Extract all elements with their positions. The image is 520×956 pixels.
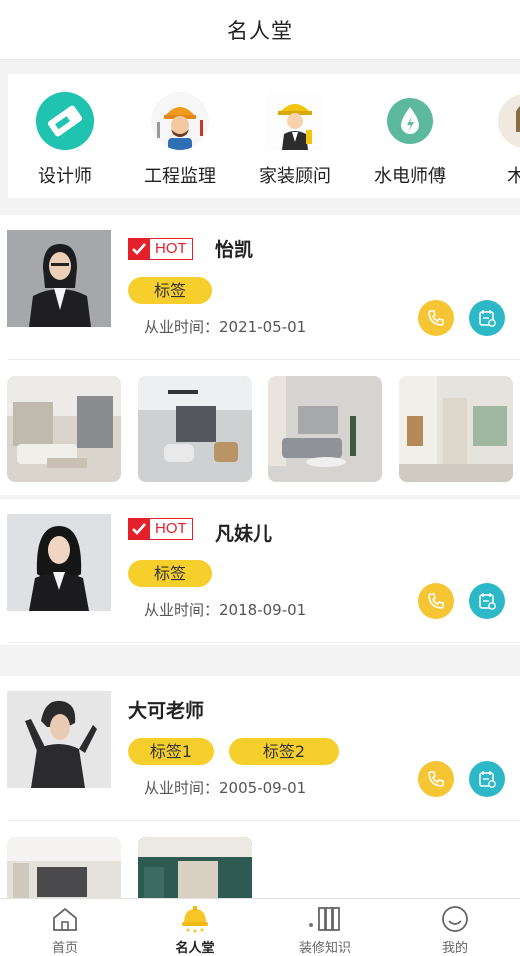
tag-badge: 标签2	[229, 738, 339, 765]
calendar-icon	[479, 593, 496, 610]
category-label: 木工	[507, 166, 520, 187]
category-label: 设计师	[38, 166, 92, 187]
project-photo[interactable]	[268, 376, 382, 482]
person-name: 凡妹儿	[215, 523, 273, 545]
work-since: 从业时间：2021-05-01	[144, 316, 306, 337]
check-icon	[128, 518, 150, 540]
category-label: 家装顾问	[259, 166, 331, 187]
tab-label: 首页	[51, 941, 78, 956]
work-since: 从业时间：2005-09-01	[144, 777, 306, 798]
category-label: 工程监理	[144, 166, 216, 187]
work-since-label: 从业时间：	[144, 318, 220, 336]
hot-badge: HOT	[128, 237, 198, 261]
avatar	[7, 230, 111, 327]
phone-icon	[428, 593, 444, 609]
project-photo[interactable]	[138, 376, 252, 482]
page-title: 名人堂	[227, 18, 293, 43]
divider	[8, 359, 520, 360]
tab-home[interactable]: 首页	[0, 905, 130, 956]
category-consultant[interactable]: 家装顾问	[240, 92, 350, 188]
phone-icon	[428, 310, 444, 326]
app-screen: 名人堂 设计师 工程监理 家装顾问 水电师傅 木 HOT 怡凯 标签 从业时间：…	[0, 0, 520, 956]
call-button[interactable]	[418, 761, 454, 797]
work-since-date: 2021-05-01	[219, 318, 307, 336]
person-card[interactable]: 大可老师 标签1 标签2 从业时间：2005-09-01	[0, 676, 520, 943]
person-card[interactable]: HOT 怡凯 标签 从业时间：2021-05-01	[0, 215, 520, 495]
work-since-label: 从业时间：	[144, 601, 220, 619]
books-icon	[260, 905, 390, 933]
tab-label: 名人堂	[175, 941, 215, 956]
work-since-date: 2018-09-01	[219, 601, 307, 619]
plumber-icon	[381, 92, 439, 150]
work-since-date: 2005-09-01	[219, 779, 307, 797]
check-icon	[128, 238, 150, 260]
call-button[interactable]	[418, 583, 454, 619]
work-since-label: 从业时间：	[144, 779, 220, 797]
avatar	[7, 514, 111, 611]
fame-icon	[130, 905, 260, 933]
calendar-icon	[479, 771, 496, 788]
appointment-button[interactable]	[469, 761, 505, 797]
person-name: 大可老师	[128, 700, 205, 722]
tag-badge: 标签1	[128, 738, 214, 765]
tab-bar: 首页 名人堂 装修知识 我的	[0, 898, 520, 956]
person-name: 怡凯	[215, 239, 254, 261]
project-photo[interactable]	[7, 376, 121, 482]
header: 名人堂	[0, 0, 520, 60]
tag-badge: 标签	[128, 560, 212, 587]
category-carpenter[interactable]: 木工	[470, 92, 520, 188]
tab-label: 我的	[441, 941, 468, 956]
phone-icon	[428, 771, 444, 787]
carpenter-icon	[496, 92, 520, 150]
divider	[8, 642, 520, 643]
divider	[8, 820, 520, 821]
project-photo[interactable]	[399, 376, 513, 482]
call-button[interactable]	[418, 300, 454, 336]
tab-knowledge[interactable]: 装修知识	[260, 905, 390, 956]
category-plumber[interactable]: 水电师傅	[355, 92, 465, 188]
hot-badge: HOT	[128, 517, 198, 541]
work-since: 从业时间：2018-09-01	[144, 599, 306, 620]
tag-badge: 标签	[128, 277, 212, 304]
hot-label: HOT	[150, 518, 193, 540]
smile-icon	[390, 905, 520, 933]
appointment-button[interactable]	[469, 583, 505, 619]
tab-mine[interactable]: 我的	[390, 905, 520, 956]
hot-label: HOT	[150, 238, 193, 260]
tab-label: 装修知识	[298, 941, 351, 956]
consultant-icon	[266, 92, 324, 150]
category-row: 设计师 工程监理 家装顾问 水电师傅 木	[8, 74, 520, 198]
category-designer[interactable]: 设计师	[10, 92, 120, 188]
supervisor-icon	[151, 92, 209, 150]
calendar-icon	[479, 310, 496, 327]
person-card[interactable]: HOT 凡妹儿 标签 从业时间：2018-09-01	[0, 499, 520, 645]
category-supervisor[interactable]: 工程监理	[125, 92, 235, 188]
appointment-button[interactable]	[469, 300, 505, 336]
designer-icon	[36, 92, 94, 150]
home-icon	[0, 905, 130, 933]
category-label: 水电师傅	[374, 166, 446, 187]
tab-fame[interactable]: 名人堂	[130, 905, 260, 956]
avatar	[7, 691, 111, 788]
